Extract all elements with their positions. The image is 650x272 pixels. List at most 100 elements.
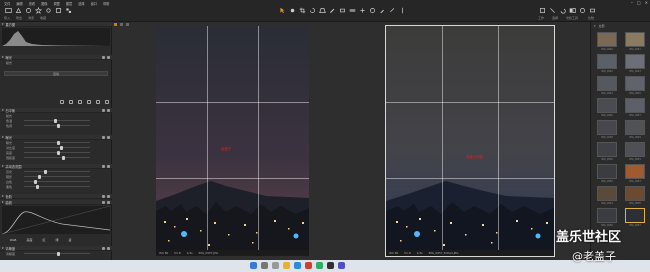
reset-icon[interactable] [102,165,105,168]
white-slider[interactable] [24,179,90,184]
filter-icon[interactable]: ▾ [594,24,596,28]
slider-knob[interactable] [44,169,47,174]
import-icon[interactable] [4,6,12,14]
slider-knob[interactable] [62,155,65,160]
photo-edited[interactable]: 老盖子调整 ISO 80 f/1.8 1/3s IMG_0957_Edited.… [385,25,555,257]
gear-icon[interactable] [44,6,52,14]
annotate-icon[interactable] [388,6,396,14]
photo-app-icon[interactable] [327,262,334,269]
filmstrip-thumbnail[interactable]: IMG_0954 [594,186,620,207]
menu-item-layer[interactable]: 图层 [66,1,72,6]
reset-icon[interactable] [102,56,105,59]
slider-knob[interactable] [38,174,41,179]
brightness-slider[interactable] [24,150,90,155]
reset-icon[interactable] [102,201,105,204]
star-icon[interactable] [34,6,42,14]
crop-icon[interactable] [298,6,306,14]
slider-knob[interactable] [57,251,60,256]
browse-icon[interactable] [24,6,32,14]
app-icon[interactable] [316,262,323,269]
tint-slider[interactable] [24,123,90,128]
saturation-slider[interactable] [24,155,90,160]
more-tool-icon[interactable] [105,100,109,104]
menu-icon[interactable] [107,109,110,112]
pointer-icon[interactable] [278,6,286,14]
menu-item-select[interactable]: 选择 [78,1,84,6]
grid-icon[interactable] [64,6,72,14]
filmstrip-thumbnail[interactable]: IMG_0952 [594,164,620,185]
auto-button[interactable]: 自动 [4,71,108,76]
photo-original[interactable]: 老盖子 ISO 80 f/1.8 1/3s IMG_0957.JPG [156,26,309,256]
orange-tab-icon[interactable] [114,22,117,26]
app-icon[interactable] [305,262,312,269]
browser-icon[interactable] [294,262,301,269]
highlight-slider[interactable] [24,169,90,174]
menu-item-window[interactable]: 窗口 [91,1,97,6]
start-icon[interactable] [250,262,257,269]
menu-item-adjust[interactable]: 调整 [54,1,60,6]
menu-icon[interactable] [107,136,110,139]
curve-graph[interactable] [1,205,111,235]
curve-tab-luma[interactable]: 亮度 [26,238,32,242]
menu-item-file[interactable]: 文件 [4,1,10,6]
clarity-slider[interactable] [24,251,90,256]
filmstrip-thumbnail[interactable]: IMG_0955 [622,186,648,207]
hand-icon[interactable] [288,6,296,14]
section-header[interactable]: ▾ 曲线 [0,200,112,205]
slider-knob[interactable] [36,184,39,189]
filmstrip-thumbnail[interactable]: IMG_0947 [622,98,648,119]
reset-icon[interactable] [102,109,105,112]
close-icon[interactable]: × [645,0,648,5]
keystone-icon[interactable] [318,6,326,14]
gray-tab-icon[interactable] [120,22,123,26]
temp-slider[interactable] [24,118,90,123]
reset-icon[interactable] [102,247,105,250]
contrast-slider[interactable] [24,145,90,150]
filmstrip-thumbnail[interactable]: IMG_0957 [622,208,648,229]
copy-tool-icon[interactable] [78,100,82,104]
menu-icon[interactable] [107,165,110,168]
menu-item-help[interactable]: 帮助 [103,1,109,6]
maximize-icon[interactable]: □ [637,0,641,5]
menu-icon[interactable] [107,201,110,204]
slider-knob[interactable] [57,150,60,155]
picker-tool-icon[interactable] [60,100,64,104]
heal-icon[interactable] [358,6,366,14]
compare-icon[interactable] [568,6,576,14]
minimize-icon[interactable]: – [631,0,633,5]
paste-tool-icon[interactable] [87,100,91,104]
curve-tab-blue[interactable]: 蓝 [69,238,72,242]
section-header[interactable]: ▾ 直方图 [0,22,112,27]
filmstrip-thumbnail[interactable]: IMG_0941 [622,32,648,53]
slider-knob[interactable] [57,140,60,145]
curve-tab-red[interactable]: 红 [42,238,45,242]
file-explorer-icon[interactable] [283,262,290,269]
filmstrip-thumbnail[interactable]: IMG_0940 [594,32,620,53]
wb-picker-icon[interactable] [398,6,406,14]
filmstrip-thumbnail[interactable]: IMG_0942 [594,54,620,75]
filmstrip-thumbnail[interactable]: IMG_0948 [594,120,620,141]
filmstrip-filter[interactable]: 全部 [599,24,605,28]
rotate-icon[interactable] [308,6,316,14]
curve-tab-green[interactable]: 绿 [56,238,59,242]
reset-icon[interactable] [102,195,105,198]
menu-icon[interactable] [107,247,110,250]
slider-knob[interactable] [54,118,57,123]
work-icon[interactable] [538,6,546,14]
reset-tool-icon[interactable] [96,100,100,104]
shadow-slider[interactable] [24,174,90,179]
filmstrip-thumbnail[interactable]: IMG_0943 [622,54,648,75]
filmstrip-thumbnail[interactable]: IMG_0953 [622,164,648,185]
eraser-icon[interactable] [338,6,346,14]
filmstrip-thumbnail[interactable]: IMG_0951 [622,142,648,163]
auto-tool-icon[interactable] [69,100,73,104]
exposure-slider[interactable] [24,140,90,145]
reset-icon[interactable] [102,136,105,139]
info-icon[interactable] [578,6,586,14]
select-icon[interactable] [548,6,556,14]
menu-icon[interactable] [107,195,110,198]
app-icon[interactable] [338,262,345,269]
menu-icon[interactable] [107,56,110,59]
search-icon[interactable] [261,262,268,269]
black-slider[interactable] [24,184,90,189]
